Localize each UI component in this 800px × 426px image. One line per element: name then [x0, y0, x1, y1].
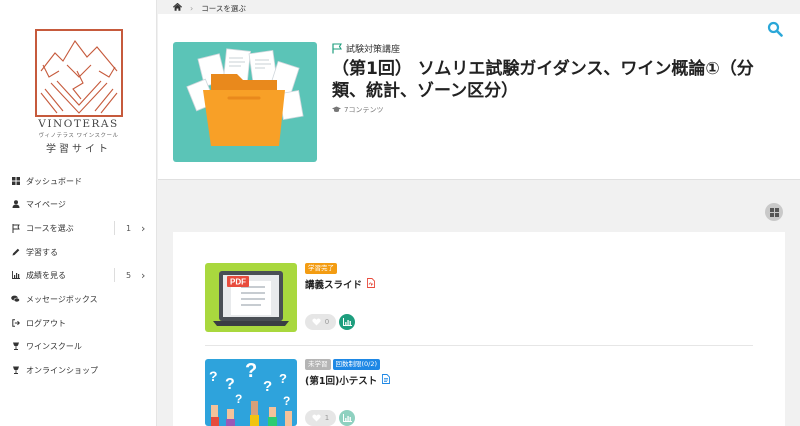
search-icon — [767, 21, 783, 37]
user-icon — [11, 200, 20, 209]
status-badge: 未学習 — [305, 359, 331, 370]
comments-icon — [11, 295, 20, 304]
svg-text:?: ? — [279, 371, 287, 386]
svg-text:?: ? — [235, 392, 242, 406]
divider — [205, 345, 753, 346]
graduation-cap-icon — [332, 106, 341, 115]
attempt-limit-badge: 回数制限(0/2) — [332, 359, 381, 370]
grid-view-toggle[interactable] — [765, 203, 783, 221]
svg-text:?: ? — [225, 376, 235, 393]
sidebar-item-label: 成績を見る — [26, 270, 66, 280]
status-badges: 学習完了 — [305, 263, 337, 274]
laptop-pdf-icon: PDF — [213, 271, 289, 326]
pdf-file-icon — [367, 277, 375, 291]
site-name: 学習サイト — [46, 144, 111, 155]
divider — [114, 268, 115, 282]
flag-icon — [11, 223, 20, 233]
count-badge: 5 — [126, 270, 132, 280]
item-title-text: (第1回)小テスト — [305, 376, 378, 387]
wine-glass-icon — [11, 366, 20, 375]
brand-kana: ヴィノテラス ワインスクール — [38, 133, 119, 139]
count-badge: 1 — [126, 223, 132, 233]
search-button[interactable] — [767, 21, 783, 37]
bar-chart-icon — [342, 318, 352, 326]
svg-text:?: ? — [283, 394, 290, 408]
sidebar-item-label: ワインスクール — [26, 341, 82, 351]
item-title[interactable]: 講義スライド — [305, 277, 375, 291]
item-thumbnail[interactable]: PDF — [205, 263, 297, 332]
breadcrumb-current[interactable]: コースを選ぶ — [201, 3, 246, 14]
stats-button[interactable] — [339, 410, 355, 426]
sidebar-item-dashboard[interactable]: ダッシュボード — [0, 170, 157, 192]
item-title-text: 講義スライド — [305, 280, 363, 291]
sidebar-item-label: ログアウト — [26, 318, 66, 328]
content-list: PDF 学習完了 講義スライド 0 ? ? ? ? ? ? ? 未学習 回数制限… — [173, 232, 785, 426]
course-category: 試験対策講座 — [332, 42, 400, 55]
sidebar-item-label: オンラインショップ — [26, 365, 98, 375]
like-button[interactable]: 0 — [305, 314, 336, 330]
stats-button[interactable] — [339, 314, 355, 330]
sidebar-item-online-shop[interactable]: オンラインショップ — [0, 359, 157, 381]
question-hands-icon: ? ? ? ? ? ? ? — [209, 360, 292, 426]
course-title: （第1回） ソムリエ試験ガイダンス、ワイン概論①（分類、統計、ゾーン区分） — [332, 59, 754, 101]
heart-icon — [312, 318, 321, 326]
sidebar-item-label: メッセージボックス — [26, 294, 98, 304]
breadcrumb: › コースを選ぶ — [172, 2, 246, 14]
like-count: 0 — [324, 318, 330, 326]
bar-chart-icon — [342, 414, 352, 422]
divider — [114, 221, 115, 235]
status-badges: 未学習 回数制限(0/2) — [305, 359, 381, 370]
sidebar-item-label: ダッシュボード — [26, 176, 82, 186]
home-icon[interactable] — [172, 2, 183, 13]
pencil-icon — [11, 248, 20, 257]
svg-text:?: ? — [263, 378, 272, 395]
status-badge: 学習完了 — [305, 263, 337, 274]
contents-count: 7コンテンツ — [344, 106, 384, 114]
list-item[interactable]: PDF 学習完了 講義スライド 0 — [205, 263, 753, 343]
sidebar-item-courses[interactable]: コースを選ぶ 1 › — [0, 217, 157, 239]
sidebar-item-label: 学習する — [26, 247, 58, 257]
wine-glass-icon — [11, 342, 20, 351]
folder-icon — [186, 48, 304, 146]
flag-icon — [332, 43, 342, 54]
sidebar-item-messages[interactable]: メッセージボックス — [0, 288, 157, 310]
document-icon — [382, 373, 391, 387]
item-thumbnail[interactable]: ? ? ? ? ? ? ? — [205, 359, 297, 426]
item-thumb-label: PDF — [230, 278, 246, 287]
category-label: 試験対策講座 — [346, 45, 401, 55]
grid-icon — [769, 207, 779, 217]
sidebar-item-study[interactable]: 学習する — [0, 241, 157, 263]
course-thumbnail — [173, 42, 317, 162]
chevron-right-icon[interactable]: › — [141, 269, 145, 282]
list-item[interactable]: ? ? ? ? ? ? ? 未学習 回数制限(0/2) (第1回)小テスト 1 — [205, 359, 753, 426]
sidebar-item-logout[interactable]: ログアウト — [0, 312, 157, 334]
vinoteras-logo[interactable] — [35, 29, 123, 117]
dashboard-icon — [11, 177, 20, 186]
course-meta: 7コンテンツ — [332, 105, 383, 115]
sidebar-item-wine-school[interactable]: ワインスクール — [0, 335, 157, 357]
sidebar-item-mypage[interactable]: マイページ — [0, 193, 157, 215]
bar-chart-icon — [11, 271, 20, 280]
like-count: 1 — [324, 414, 330, 422]
brand-name: VINOTERAS — [38, 118, 119, 130]
sidebar-item-label: コースを選ぶ — [26, 223, 74, 233]
heart-icon — [312, 414, 321, 422]
like-button[interactable]: 1 — [305, 410, 336, 426]
sidebar: VINOTERAS ヴィノテラス ワインスクール 学習サイト ダッシュボード マ… — [0, 0, 157, 426]
svg-text:?: ? — [245, 360, 257, 382]
chevron-right-icon[interactable]: › — [141, 222, 145, 235]
sign-out-icon — [11, 319, 20, 328]
main-content: › コースを選ぶ 試験対策講座 （第1回） ソムリエ試験ガイダンス、ワイン概論①… — [158, 0, 800, 426]
breadcrumb-separator: › — [190, 3, 194, 13]
logo-mark-icon — [40, 40, 118, 114]
sidebar-item-label: マイページ — [26, 199, 66, 209]
svg-text:?: ? — [209, 368, 218, 384]
sidebar-item-grades[interactable]: 成績を見る 5 › — [0, 264, 157, 286]
item-title[interactable]: (第1回)小テスト — [305, 373, 391, 387]
